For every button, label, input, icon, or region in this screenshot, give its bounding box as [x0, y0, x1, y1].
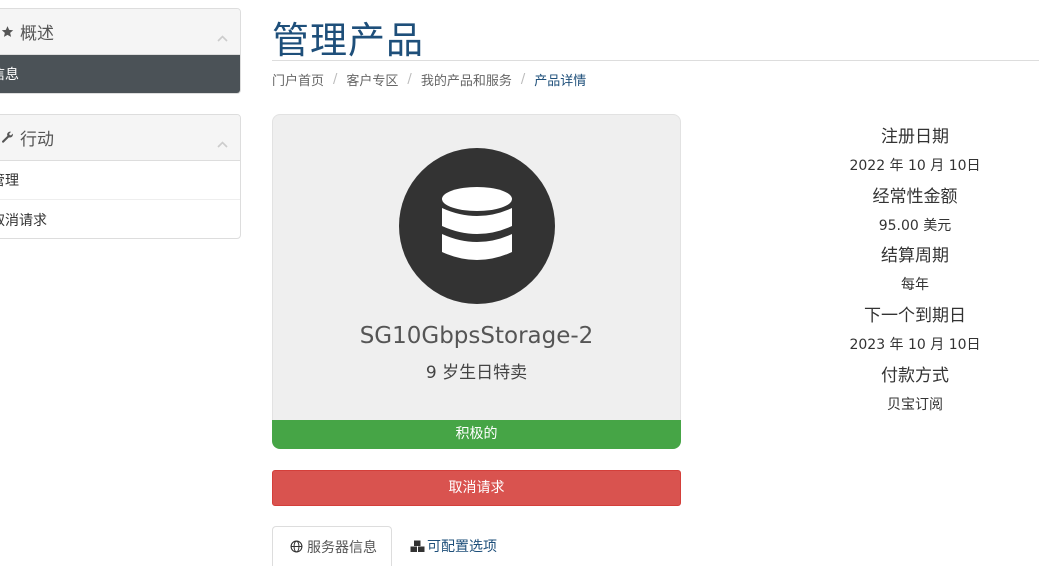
sidebar-item-info[interactable]: 信息 — [0, 55, 240, 93]
detail-label: 付款方式 — [881, 366, 949, 386]
sidebar-panel-overview: 概述 信息 — [0, 8, 241, 94]
product-name: SG10GbpsStorage-2 — [359, 323, 594, 349]
sidebar-item-cancel-request[interactable]: 取消请求 — [0, 200, 240, 238]
detail-value: 2022 年 10 月 10日 — [849, 158, 981, 174]
sidebar-item-manage[interactable]: 管理 — [0, 161, 240, 200]
tab-label: 可配置选项 — [427, 539, 497, 555]
wrench-icon — [0, 131, 14, 145]
status-badge: 积极的 — [272, 420, 681, 449]
breadcrumb: 门户首页 / 客户专区 / 我的产品和服务 / 产品详情 — [272, 70, 586, 89]
detail-value: 每年 — [901, 277, 929, 293]
detail-registration-date: 注册日期 2022 年 10 月 10日 — [790, 122, 1039, 175]
sidebar-item-label: 取消请求 — [0, 212, 47, 229]
panel-title: 概述 — [20, 24, 54, 44]
tab-server-info[interactable]: 服务器信息 — [272, 526, 392, 566]
sidebar-item-label: 管理 — [0, 173, 19, 189]
detail-label: 注册日期 — [881, 127, 949, 147]
panel-title: 行动 — [20, 130, 54, 150]
product-group: 9 岁生日特卖 — [425, 363, 528, 383]
breadcrumb-client-area[interactable]: 客户专区 — [346, 70, 398, 89]
detail-recurring-amount: 经常性金额 95.00 美元 — [790, 182, 1039, 235]
tab-configurable-options[interactable]: 可配置选项 — [410, 526, 497, 566]
cancel-request-button[interactable]: 取消请求 — [272, 470, 681, 506]
sidebar-panel-actions: 行动 管理 取消请求 — [0, 114, 241, 239]
breadcrumb-home[interactable]: 门户首页 — [272, 70, 324, 89]
chevron-up-icon[interactable] — [217, 133, 228, 148]
database-icon — [399, 148, 555, 304]
detail-label: 下一个到期日 — [864, 306, 966, 326]
detail-value: 2023 年 10 月 10日 — [849, 337, 981, 353]
cubes-icon — [410, 539, 425, 554]
detail-next-due-date: 下一个到期日 2023 年 10 月 10日 — [790, 301, 1039, 354]
breadcrumb-separator: / — [407, 72, 412, 87]
title-divider — [272, 60, 1039, 61]
page-title: 管理产品 — [272, 19, 424, 62]
tab-label: 服务器信息 — [307, 539, 377, 556]
detail-label: 经常性金额 — [872, 187, 958, 207]
detail-payment-method: 付款方式 贝宝订阅 — [790, 361, 1039, 414]
breadcrumb-products-services[interactable]: 我的产品和服务 — [421, 70, 512, 89]
breadcrumb-separator: / — [333, 72, 338, 87]
detail-value: 95.00 美元 — [878, 218, 952, 234]
breadcrumb-separator: / — [520, 72, 526, 87]
star-icon — [0, 25, 14, 39]
detail-billing-cycle: 结算周期 每年 — [790, 241, 1039, 294]
globe-icon — [290, 539, 305, 554]
detail-value: 贝宝订阅 — [887, 397, 943, 413]
detail-label: 结算周期 — [881, 246, 949, 266]
panel-header-actions[interactable]: 行动 — [0, 115, 240, 161]
product-card: SG10GbpsStorage-2 9 岁生日特卖 — [272, 114, 681, 420]
panel-header-overview[interactable]: 概述 — [0, 9, 240, 55]
sidebar-item-label: 信息 — [0, 67, 19, 83]
breadcrumb-current: 产品详情 — [534, 74, 587, 89]
chevron-up-icon[interactable] — [217, 27, 228, 42]
